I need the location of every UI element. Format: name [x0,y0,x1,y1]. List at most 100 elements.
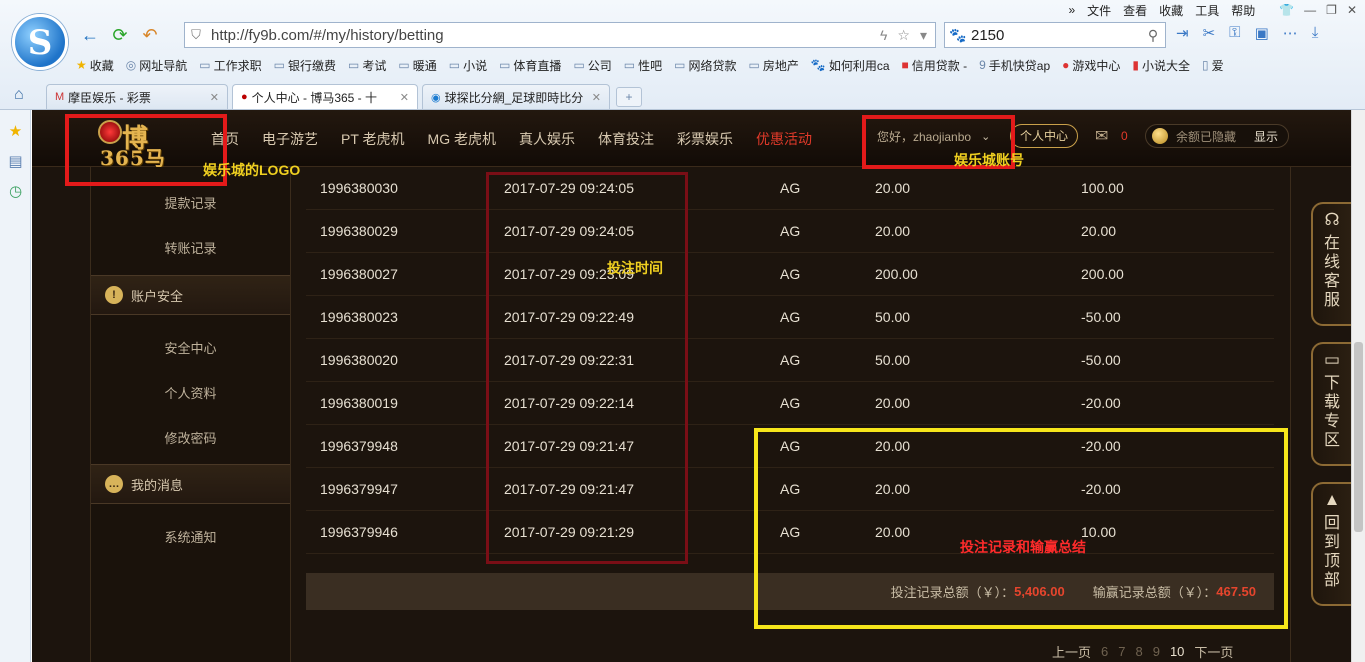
key-icon[interactable]: ⚿ [1229,24,1240,42]
site-favicon-icon: M [55,91,65,103]
bookmark-item[interactable]: ▯ 爱 [1202,57,1224,74]
close-tab-icon[interactable]: ✕ [400,91,409,104]
bookmark-item[interactable]: ▭ 暖通 [398,57,436,74]
bookmark-star-icon[interactable]: ☆ [897,27,910,44]
bookmark-item[interactable]: ▭ 性吧 [624,57,662,74]
folder-icon: ▭ [573,58,585,72]
mail-icon[interactable]: ✉ [1095,126,1108,146]
menu-file[interactable]: 文件 [1087,2,1111,19]
bookmark-item[interactable]: ▭ 小说 [449,57,487,74]
table-row: 1996380023 2017-07-29 09:22:49 AG 50.00 … [306,296,1274,339]
scissors-icon[interactable]: ✂ [1203,24,1216,42]
online-service-button[interactable]: ☊ 在线客服 [1311,202,1351,326]
page-scrollbar[interactable] [1351,110,1365,662]
close-window-icon[interactable]: ✕ [1347,3,1357,17]
table-row: 1996380027 2017-07-29 09:23:09 AG 200.00… [306,253,1274,296]
menu-help[interactable]: 帮助 [1231,2,1255,19]
chat-icon: … [105,475,123,493]
close-tab-icon[interactable]: ✕ [210,91,219,104]
sidebar-item-security-center[interactable]: 安全中心 [91,338,290,357]
menu-view[interactable]: 查看 [1123,2,1147,19]
address-bar[interactable]: ⛉ http://fy9b.com/#/my/history/betting ϟ… [184,22,936,48]
sidebar-section-security[interactable]: ! 账户安全 [91,275,290,315]
bookmark-item[interactable]: ▮ 小说大全 [1132,57,1190,74]
bookmark-item[interactable]: ▭ 公司 [573,57,611,74]
download-area-button[interactable]: ▭ 下载专区 [1311,342,1351,466]
page-link-current[interactable]: 10 [1170,644,1184,659]
more-icon[interactable]: ⋯ [1283,24,1298,42]
bookmark-item[interactable]: ▭ 考试 [348,57,386,74]
bookmark-item[interactable]: ▭ 房地产 [749,57,799,74]
nav-sports[interactable]: 体育投注 [598,129,654,149]
personal-center-button[interactable]: 个人中心 [1010,124,1079,148]
sidebar-section-messages[interactable]: … 我的消息 [91,464,290,504]
sidebar-item-change-password[interactable]: 修改密码 [91,428,290,447]
nav-live-casino[interactable]: 真人娱乐 [519,129,575,149]
sidebar-item-transfer-records[interactable]: 转账记录 [91,238,290,257]
menu-favorites[interactable]: 收藏 [1159,2,1183,19]
bookmark-item[interactable]: 🐾 如何利用ca [811,57,890,74]
back-icon[interactable]: ← [78,23,102,47]
skin-icon[interactable]: 👕 [1279,3,1294,17]
monitor-icon: ▭ [1323,350,1341,369]
tab-mochen[interactable]: M 摩臣娱乐 - 彩票 ✕ [46,84,228,109]
nav-promotions[interactable]: 优惠活动 [756,129,812,149]
nav-lottery[interactable]: 彩票娱乐 [677,129,733,149]
shield-icon: ! [105,286,123,304]
new-tab-button[interactable]: + [616,87,642,107]
next-page-button[interactable]: 下一页 [1194,642,1233,661]
search-box[interactable]: 🐾 2150 ⚲ [944,22,1166,48]
search-icon[interactable]: ⚲ [1141,27,1165,44]
bookmark-item[interactable]: ▭ 体育直播 [499,57,561,74]
bookmark-item[interactable]: ▭ 网络贷款 [674,57,736,74]
bookmark-item[interactable]: ★ 收藏 [76,57,114,74]
tab-personal-center[interactable]: ● 个人中心 - 博马365 - 十 ✕ [232,84,418,109]
extension-login-icon[interactable]: ⇥ [1176,24,1189,42]
scrollbar-thumb[interactable] [1354,342,1363,532]
folder-icon: ▭ [748,58,760,72]
undo-icon[interactable]: ↶ [138,23,162,47]
nav-mg-slots[interactable]: MG 老虎机 [428,129,496,149]
show-balance-button[interactable]: 显示 [1254,128,1278,145]
folder-icon: ▭ [623,58,636,72]
bookmark-item[interactable]: ● 游戏中心 [1062,57,1120,74]
address-dropdown-icon[interactable]: ▾ [920,27,927,44]
sidebar-item-withdraw-records[interactable]: 提款记录 [91,193,290,212]
bookmarks-bar: ★ 收藏 ◎ 网址导航 ▭ 工作求职 ▭ 银行缴费 ▭ 考试 ▭ 暖通 ▭ 小说 ▭ 体育直播 … [76,52,1236,78]
page-link[interactable]: 8 [1135,644,1142,659]
refresh-icon[interactable]: ⟳ [108,23,132,47]
history-icon[interactable]: ◷ [0,182,31,200]
bookmark-item[interactable]: ▭ 工作求职 [199,57,261,74]
sidebar-item-system-notice[interactable]: 系统通知 [91,527,290,546]
minimize-icon[interactable]: — [1304,3,1316,17]
bookmark-item[interactable]: ■ 信用贷款 - [902,57,968,74]
translate-icon[interactable]: ▣ [1255,24,1269,42]
folder-icon: ▭ [448,58,461,72]
search-engine-icon[interactable]: 🐾 [945,27,971,44]
bet-amount: 50.00 [875,352,911,368]
search-input[interactable]: 2150 [971,27,1141,44]
bookmark-item[interactable]: ▭ 银行缴费 [274,57,336,74]
page-link[interactable]: 7 [1118,644,1125,659]
menu-expand-icon[interactable]: » [1068,3,1075,17]
back-to-top-button[interactable]: ▲ 回到顶部 [1311,482,1351,606]
nav-pt-slots[interactable]: PT 老虎机 [341,129,405,149]
page-link[interactable]: 6 [1101,644,1108,659]
nav-egames[interactable]: 电子游艺 [262,129,318,149]
bookmark-item[interactable]: 9 手机快贷ap [979,57,1050,74]
close-tab-icon[interactable]: ✕ [592,91,601,104]
home-icon[interactable]: ⌂ [14,86,24,104]
bookmark-item[interactable]: ◎ 网址导航 [126,57,188,74]
download-icon[interactable]: ⤓ [1312,24,1319,42]
address-input[interactable]: http://fy9b.com/#/my/history/betting [207,27,880,44]
reading-icon[interactable]: ▤ [0,152,31,170]
navigation-buttons: ← ⟳ ↶ [78,22,168,48]
prev-page-button[interactable]: 上一页 [1052,642,1091,661]
favorites-icon[interactable]: ★ [0,122,31,140]
lightning-icon[interactable]: ϟ [880,27,887,44]
restore-icon[interactable]: ❐ [1326,3,1337,17]
tab-live-score[interactable]: ◉ 球探比分網_足球即時比分 ✕ [422,84,610,109]
page-link[interactable]: 9 [1153,644,1160,659]
menu-tools[interactable]: 工具 [1195,2,1219,19]
sidebar-item-profile[interactable]: 个人资料 [91,383,290,402]
